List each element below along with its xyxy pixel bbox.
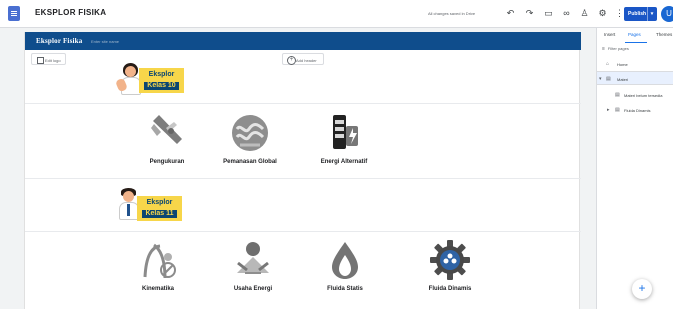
section-divider bbox=[25, 103, 581, 104]
save-status: All changes saved in Drive bbox=[428, 11, 476, 16]
page-fluida-dinamis[interactable]: ▸ ▤ Fluida Dinamis bbox=[597, 103, 673, 117]
page-label: Home bbox=[617, 62, 628, 67]
class-10-label: Eksplor Kelas 10 bbox=[139, 68, 184, 93]
undo-icon[interactable]: ↶ bbox=[505, 7, 516, 19]
edit-logo-button[interactable]: Edit logo bbox=[31, 53, 66, 65]
site-name-placeholder[interactable]: Enter site name bbox=[91, 39, 119, 44]
google-sites-icon bbox=[8, 6, 20, 21]
fluid-drop-icon bbox=[332, 242, 358, 279]
page-home[interactable]: ⌂ Home bbox=[597, 57, 673, 71]
chevron-right-icon[interactable]: ▸ bbox=[607, 107, 613, 113]
page-materi-belum-tersedia[interactable]: ▤ Materi belum tersedia bbox=[597, 88, 673, 102]
topic-label: Fluida Dinamis bbox=[428, 286, 472, 292]
class-10-banner[interactable]: Eksplor Kelas 10 bbox=[114, 58, 192, 100]
publish-label: Publish bbox=[628, 11, 647, 17]
site-header: Eksplor Fisika Enter site name bbox=[25, 32, 581, 50]
redo-icon[interactable]: ↷ bbox=[524, 7, 535, 19]
topic-pemanasan-global[interactable]: Pemanasan Global bbox=[205, 112, 295, 165]
topic-fluida-statis[interactable]: Fluida Statis bbox=[300, 239, 390, 292]
add-header-button[interactable]: Add header bbox=[282, 53, 324, 65]
page-label: Fluida Dinamis bbox=[624, 108, 651, 113]
page-label: Materi bbox=[617, 77, 629, 82]
settings-icon[interactable]: ⚙ bbox=[597, 7, 608, 19]
battery-energy-icon bbox=[333, 115, 358, 149]
preview-icon[interactable]: ▭ bbox=[543, 7, 554, 19]
tab-themes[interactable]: Themes bbox=[656, 32, 672, 37]
topic-label: Fluida Statis bbox=[327, 286, 363, 292]
class-11-label: Eksplor Kelas 11 bbox=[137, 196, 182, 221]
page-label: Materi belum tersedia bbox=[624, 93, 663, 98]
add-page-button[interactable]: + bbox=[632, 279, 652, 299]
topic-usaha-energi[interactable]: Usaha Energi bbox=[208, 239, 298, 292]
filter-pages-input[interactable]: Filter pages bbox=[602, 46, 672, 52]
fluid-gear-icon bbox=[430, 240, 470, 280]
site-logo[interactable]: Eksplor Fisika bbox=[36, 37, 82, 45]
site-title[interactable]: EKSPLOR FISIKA bbox=[35, 8, 106, 17]
topic-energi-alternatif[interactable]: Energi Alternatif bbox=[299, 112, 389, 165]
chevron-down-icon[interactable]: ▾ bbox=[599, 76, 605, 82]
topic-label: Kinematika bbox=[141, 286, 174, 292]
page-icon: ▤ bbox=[606, 76, 611, 82]
link-icon[interactable]: ∞ bbox=[561, 7, 572, 19]
class-11-banner[interactable]: Eksplor Kelas 11 bbox=[112, 183, 190, 225]
class-10-line1: Eksplor bbox=[148, 71, 175, 78]
work-energy-icon bbox=[237, 242, 269, 274]
page-icon: ▤ bbox=[615, 107, 620, 113]
add-header-label: Add header bbox=[296, 58, 317, 63]
section-divider bbox=[25, 178, 581, 179]
chevron-down-icon[interactable]: ▾ bbox=[647, 7, 656, 21]
publish-button[interactable]: Publish ▾ bbox=[624, 7, 657, 21]
topic-fluida-dinamis[interactable]: Fluida Dinamis bbox=[405, 239, 495, 292]
class-11-line2: Kelas 11 bbox=[142, 210, 177, 218]
home-icon: ⌂ bbox=[606, 61, 610, 67]
tab-pages[interactable]: Pages bbox=[628, 32, 641, 37]
topic-label: Pengukuran bbox=[149, 159, 185, 165]
kinematics-icon bbox=[143, 243, 176, 279]
topic-label: Usaha Energi bbox=[233, 286, 273, 292]
topic-label: Pemanasan Global bbox=[223, 159, 277, 165]
page-icon: ▤ bbox=[615, 92, 620, 98]
topic-label: Energi Alternatif bbox=[320, 159, 368, 165]
class-10-line2: Kelas 10 bbox=[144, 82, 179, 90]
topic-pengukuran[interactable]: Pengukuran bbox=[122, 112, 212, 165]
top-toolbar: EKSPLOR FISIKA All changes saved in Driv… bbox=[0, 0, 673, 28]
right-sidebar: Insert Pages Themes Filter pages ⌂ Home … bbox=[596, 28, 673, 309]
class-11-line1: Eksplor bbox=[146, 199, 173, 206]
global-warming-icon bbox=[232, 115, 268, 151]
section-divider bbox=[25, 231, 581, 232]
edit-logo-label: Edit logo bbox=[45, 58, 61, 63]
site-editor-canvas: Eksplor Fisika Enter site name Edit logo… bbox=[24, 32, 581, 309]
share-icon[interactable]: ♙ bbox=[579, 7, 590, 19]
caliper-icon bbox=[151, 115, 182, 144]
topic-kinematika[interactable]: Kinematika bbox=[113, 239, 203, 292]
page-materi[interactable]: ▾ ▤ Materi bbox=[597, 71, 673, 85]
tab-insert[interactable]: Insert bbox=[604, 32, 615, 37]
active-tab-indicator bbox=[625, 42, 647, 43]
avatar[interactable]: U bbox=[661, 6, 673, 22]
